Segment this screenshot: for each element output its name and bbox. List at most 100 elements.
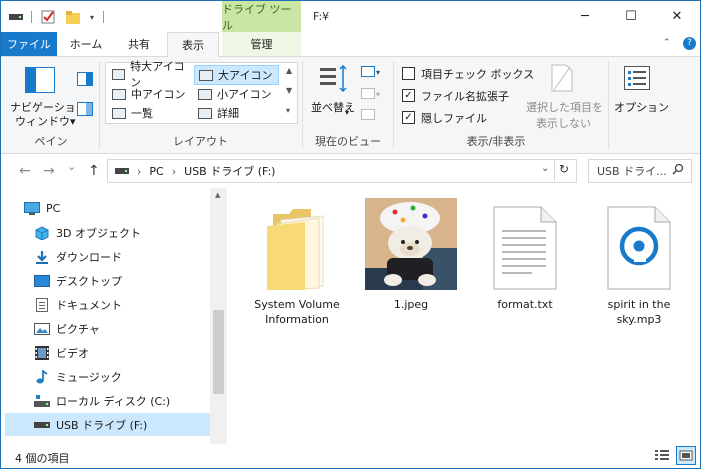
tab-share[interactable]: 共有 [117,32,161,56]
small-icons-icon [198,88,212,100]
preview-pane-icon[interactable] [77,72,93,89]
close-button[interactable]: ✕ [654,1,700,32]
address-bar[interactable]: › PC › USB ドライブ (F:) ⌄ ↻ [107,159,577,183]
options-icon[interactable] [624,66,650,93]
gallery-expand-icon[interactable]: ▾ [286,106,290,115]
image-thumbnail [363,198,459,290]
pc-icon [24,202,40,216]
nav-item-usb-drive[interactable]: USB ドライブ (F:) [5,413,210,436]
search-input[interactable]: USB ドライ... [597,163,667,179]
breadcrumb-pc[interactable]: PC [149,165,163,178]
size-columns-icon [361,109,377,124]
audio-file-icon [591,198,687,290]
properties-icon[interactable] [40,9,56,25]
tab-home[interactable]: ホーム [63,32,109,56]
group-divider [99,61,100,149]
help-icon[interactable]: ? [683,37,696,50]
options-button[interactable]: オプション [614,99,669,115]
navigation-pane-icon[interactable] [25,67,55,96]
quick-access-divider [30,9,32,25]
scroll-up-icon[interactable]: ▲ [215,191,220,199]
nav-item-desktop[interactable]: デスクトップ [5,269,210,292]
gallery-scroll-up-icon[interactable]: ▲ [286,66,292,75]
drive-icon[interactable] [9,9,23,25]
item-checkboxes-checkbox[interactable] [402,67,415,80]
file-extensions-checkbox[interactable]: ✓ [402,89,415,102]
layout-extra-large-icons[interactable]: 特大アイコン [108,60,191,89]
file-item-text[interactable]: format.txt [477,198,573,312]
item-count: 4 個の項目 [15,452,70,465]
item-checkboxes-label: 項目チェック ボックス [421,68,535,81]
drive-icon [115,165,129,178]
pictures-icon [34,322,50,336]
navigation-pane-sublabel[interactable]: ウィンドウ▾ [15,113,76,129]
svg-text:▾: ▾ [376,90,380,99]
forward-button[interactable]: → [43,163,55,179]
drive-tools-context-label: ドライブ ツール [222,1,301,32]
layout-details[interactable]: 詳細 [194,104,277,122]
file-item-audio[interactable]: spirit in the sky.mp3 [591,198,687,327]
nav-pane-scrollbar[interactable]: ▲ [210,188,227,444]
gallery-scroll-down-icon[interactable]: ▼ [286,86,292,95]
document-icon [34,297,50,312]
nav-item-downloads[interactable]: ダウンロード [5,245,210,268]
back-button[interactable]: ← [19,163,31,179]
medium-icons-icon [112,88,126,100]
up-button[interactable]: ↑ [88,163,100,179]
file-item-folder[interactable]: System Volume Information [249,198,345,327]
tab-manage[interactable]: 管理 [222,32,301,56]
nav-item-documents[interactable]: ドキュメント [5,293,210,316]
layout-large-icons[interactable]: 大アイコン [194,65,279,85]
recent-locations-button[interactable]: ⌄ [67,160,76,173]
refresh-icon[interactable]: ↻ [559,162,569,176]
nav-item-pictures[interactable]: ピクチャ [5,317,210,340]
large-icons-view-icon[interactable] [676,446,696,465]
show-hide-group-label: 表示/非表示 [466,135,526,148]
video-icon [34,345,50,360]
address-row: ← → ⌄ ↑ › PC › USB ドライブ (F:) ⌄ ↻ USB ドライ… [1,154,700,188]
details-pane-icon[interactable] [77,102,93,119]
layout-group-label: レイアウト [173,135,228,148]
details-view-icon[interactable] [655,449,669,464]
file-list: System Volume Information 1.jpeg format.… [229,188,700,444]
search-box[interactable]: USB ドライ... [588,159,692,183]
minimize-button[interactable]: ─ [562,1,608,32]
search-icon[interactable] [672,163,684,178]
sort-dropdown-icon[interactable]: ▾ [345,108,349,117]
nav-item-videos[interactable]: ビデオ [5,341,210,364]
desktop-icon [34,274,50,288]
file-item-image[interactable]: 1.jpeg [363,198,459,312]
3d-objects-icon [34,225,50,240]
tab-view[interactable]: 表示 [167,32,219,58]
group-divider [608,61,609,149]
nav-item-music[interactable]: ミュージック [5,365,210,388]
current-view-group-label: 現在のビュー [315,135,381,148]
collapse-ribbon-icon[interactable]: ⌃ [663,38,671,48]
maximize-button[interactable]: ☐ [608,1,654,32]
explorer-window: ▾ ドライブ ツール F:¥ ─ ☐ ✕ ファイル ホーム 共有 表示 管理 ⌃… [0,0,701,469]
layout-list[interactable]: 一覧 [108,104,191,122]
file-name: spirit in the sky.mp3 [607,298,671,326]
layout-gallery: 特大アイコン 大アイコン 中アイコン 小アイコン 一覧 詳細 ▲ ▼ ▾ [105,60,298,124]
scrollbar-thumb[interactable] [213,310,224,394]
nav-item-3d-objects[interactable]: 3D オブジェクト [5,221,210,244]
breadcrumb-usb-drive[interactable]: USB ドライブ (F:) [184,163,275,179]
layout-medium-icons[interactable]: 中アイコン [108,85,191,103]
layout-small-icons[interactable]: 小アイコン [194,85,277,103]
list-icon [112,107,126,119]
nav-item-pc[interactable]: PC [5,197,210,220]
new-folder-icon[interactable] [65,9,81,25]
customize-toolbar-icon[interactable]: ▾ [87,9,97,25]
breadcrumb-separator: › [171,164,177,178]
sort-by-icon[interactable] [319,64,349,96]
text-file-icon [477,198,573,290]
window-title: F:¥ [313,10,330,23]
quick-access-divider [102,9,104,25]
hidden-items-checkbox[interactable]: ✓ [402,111,415,124]
address-dropdown-icon[interactable]: ⌄ [541,163,549,174]
file-name: 1.jpeg [393,298,429,311]
ribbon-view: ナビゲーション ウィンドウ▾ ペイン 特大アイコン 大アイコン 中アイコン 小ア… [1,57,700,154]
group-by-icon[interactable]: ▾ [361,66,383,81]
nav-item-local-disk[interactable]: ローカル ディスク (C:) [5,389,210,412]
tab-file[interactable]: ファイル [1,32,57,56]
